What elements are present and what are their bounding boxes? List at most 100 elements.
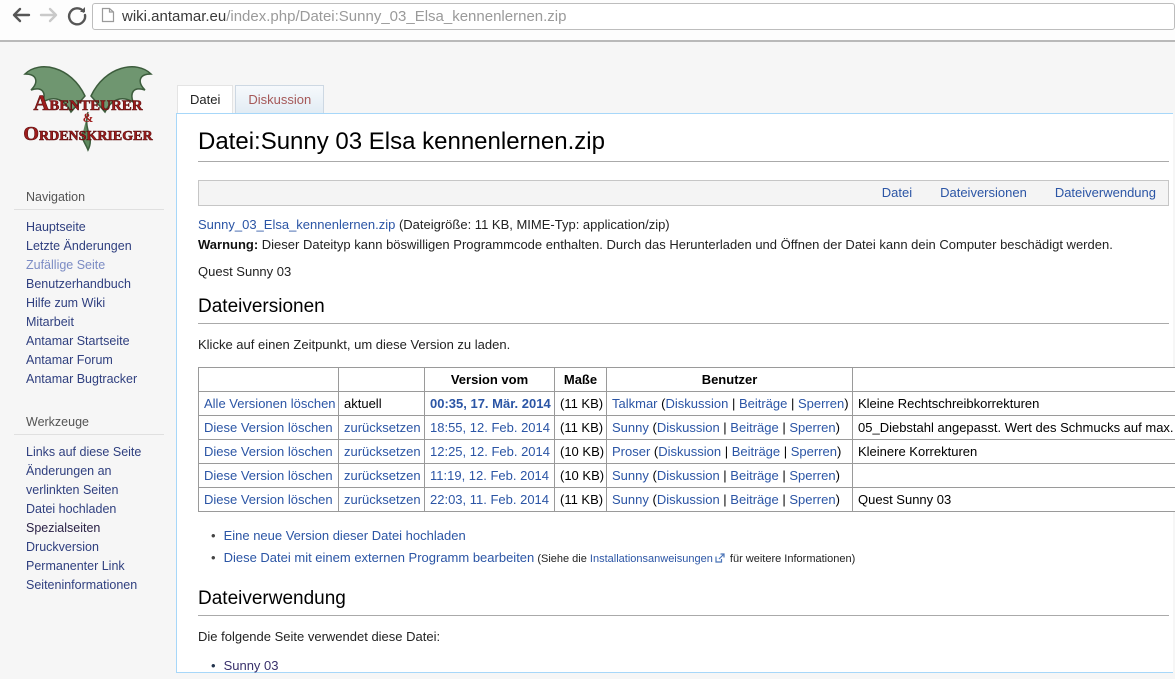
- table-row: Diese Version löschen zurücksetzen 22:03, …: [199, 488, 1175, 512]
- delete-version-link[interactable]: Diese Version löschen: [204, 444, 333, 459]
- user-block-link[interactable]: Sperren: [789, 468, 835, 483]
- wiki-page: Abenteurer & Ordenskrieger NavigationHau…: [0, 42, 1175, 679]
- revert-link[interactable]: zurücksetzen: [344, 468, 421, 483]
- user-talk-link[interactable]: Diskussion: [657, 492, 720, 507]
- delete-version-link[interactable]: Diese Version löschen: [204, 468, 333, 483]
- column-header: [199, 368, 339, 392]
- sidebar-item-antamar-forum[interactable]: Antamar Forum: [26, 353, 113, 367]
- versions-heading: Dateiversionen: [198, 295, 1169, 324]
- user-contribs-link[interactable]: Beiträge: [730, 420, 778, 435]
- file-meta: (Dateigröße: 11 KB, MIME-Typ: applicatio…: [395, 217, 669, 232]
- user-link[interactable]: Proser: [612, 444, 650, 459]
- user-block-link[interactable]: Sperren: [789, 492, 835, 507]
- sidebar-item: Antamar Startseite: [26, 332, 164, 351]
- external-help-link[interactable]: Installationsanweisungen: [590, 553, 713, 565]
- user-talk-link[interactable]: Diskussion: [657, 468, 720, 483]
- sidebar-item: Seiteninformationen: [26, 576, 164, 595]
- user-talk-link[interactable]: Diskussion: [665, 396, 728, 411]
- user-contribs-link[interactable]: Beiträge: [730, 468, 778, 483]
- file-download-link[interactable]: Sunny_03_Elsa_kennenlernen.zip: [198, 217, 395, 232]
- version-date-cell: 22:03, 11. Feb. 2014: [425, 488, 555, 512]
- version-date-link[interactable]: 12:25, 12. Feb. 2014: [430, 444, 550, 459]
- delete-version-link[interactable]: Diese Version löschen: [204, 420, 333, 435]
- column-header: Version vom: [425, 368, 555, 392]
- column-header: Maße: [555, 368, 607, 392]
- sidebar-item-druckversion[interactable]: Druckversion: [26, 540, 99, 554]
- tab-diskussion[interactable]: Diskussion: [235, 85, 324, 113]
- action-cell: zurücksetzen: [339, 416, 425, 440]
- revert-link[interactable]: zurücksetzen: [344, 420, 421, 435]
- usage-list: Sunny 03: [198, 656, 1169, 676]
- sidebar-item: Antamar Bugtracker: [26, 370, 164, 389]
- version-date-link[interactable]: 00:35, 17. Mär. 2014: [430, 396, 551, 411]
- user-link[interactable]: Sunny: [612, 492, 649, 507]
- version-date-cell: 00:35, 17. Mär. 2014: [425, 392, 555, 416]
- sidebar-item-hauptseite[interactable]: Hauptseite: [26, 220, 86, 234]
- user-block-link[interactable]: Sperren: [789, 420, 835, 435]
- delete-version-link[interactable]: Diese Version löschen: [204, 492, 333, 507]
- svg-text:Ordenskrieger: Ordenskrieger: [23, 123, 153, 145]
- user-block-link[interactable]: Sperren: [798, 396, 844, 411]
- user-link[interactable]: Talkmar: [612, 396, 658, 411]
- sidebar-item-links-auf-diese-seite[interactable]: Links auf diese Seite: [26, 445, 141, 459]
- table-header-row: Version vomMaßeBenutzer: [199, 368, 1175, 392]
- back-icon: [10, 14, 32, 29]
- reload-button[interactable]: [64, 3, 90, 29]
- forward-button[interactable]: [36, 3, 62, 29]
- back-button[interactable]: [8, 3, 34, 29]
- tab-datei[interactable]: Datei: [177, 85, 233, 114]
- version-date-link[interactable]: 11:19, 12. Feb. 2014: [430, 468, 549, 483]
- user-talk-link[interactable]: Diskussion: [658, 444, 721, 459]
- revert-link[interactable]: zurücksetzen: [344, 492, 421, 507]
- sidebar-item: Permanenter Link: [26, 557, 164, 576]
- file-action-link[interactable]: Diese Datei mit einem externen Programm …: [224, 550, 535, 565]
- anchor-link-dateiverwendung[interactable]: Dateiverwendung: [1055, 185, 1156, 200]
- page-icon: [101, 7, 115, 27]
- versions-hint: Klicke auf einen Zeitpunkt, um diese Ver…: [198, 337, 1169, 352]
- column-header: Benutzer: [607, 368, 853, 392]
- version-date-link[interactable]: 18:55, 12. Feb. 2014: [430, 420, 550, 435]
- sidebar-item: Datei hochladen: [26, 500, 164, 519]
- file-action-link[interactable]: Eine neue Version dieser Datei hochladen: [224, 528, 466, 543]
- table-row: Diese Version löschen zurücksetzen 11:19, …: [199, 464, 1175, 488]
- file-info-line: Sunny_03_Elsa_kennenlernen.zip (Dateigrö…: [198, 217, 1169, 232]
- file-history-table: Version vomMaßeBenutzer Alle Versionen l…: [198, 367, 1175, 512]
- sidebar-item--nderungen-an-verlinkten-seiten[interactable]: Änderungen an verlinkten Seiten: [26, 464, 118, 497]
- user-contribs-link[interactable]: Beiträge: [730, 492, 778, 507]
- sidebar-item-benutzerhandbuch[interactable]: Benutzerhandbuch: [26, 277, 131, 291]
- sidebar-section-title: Werkzeuge: [14, 415, 164, 435]
- sidebar-link-list: Links auf diese Seite Änderungen an verli…: [14, 443, 164, 595]
- version-date-cell: 11:19, 12. Feb. 2014: [425, 464, 555, 488]
- sidebar-item-datei-hochladen[interactable]: Datei hochladen: [26, 502, 116, 516]
- sidebar-item-hilfe-zum-wiki[interactable]: Hilfe zum Wiki: [26, 296, 105, 310]
- usage-page-link[interactable]: Sunny 03: [224, 658, 279, 673]
- file-size-cell: (11 KB): [555, 416, 607, 440]
- anchor-link-dateiversionen[interactable]: Dateiversionen: [940, 185, 1027, 200]
- sidebar-item-mitarbeit[interactable]: Mitarbeit: [26, 315, 74, 329]
- sidebar-item-antamar-startseite[interactable]: Antamar Startseite: [26, 334, 130, 348]
- sidebar-item-letzte-nderungen[interactable]: Letzte Änderungen: [26, 239, 132, 253]
- anchor-link-datei[interactable]: Datei: [882, 185, 912, 200]
- address-bar[interactable]: wiki.antamar.eu/index.php/Datei:Sunny_03…: [92, 3, 1175, 30]
- file-size-cell: (10 KB): [555, 440, 607, 464]
- sidebar-item-spezialseiten[interactable]: Spezialseiten: [26, 521, 100, 535]
- reload-icon: [66, 14, 88, 29]
- user-link[interactable]: Sunny: [612, 468, 649, 483]
- comment-cell: Quest Sunny 03: [853, 488, 1175, 512]
- sidebar-item-zuf-llige-seite[interactable]: Zufällige Seite: [26, 258, 105, 272]
- sidebar-item-seiteninformationen[interactable]: Seiteninformationen: [26, 578, 137, 592]
- user-contribs-link[interactable]: Beiträge: [739, 396, 787, 411]
- sidebar-item-permanenter-link[interactable]: Permanenter Link: [26, 559, 125, 573]
- sidebar-section: NavigationHauptseiteLetzte ÄnderungenZuf…: [14, 190, 164, 389]
- delete-version-link[interactable]: Alle Versionen löschen: [204, 396, 336, 411]
- sidebar-item-antamar-bugtracker[interactable]: Antamar Bugtracker: [26, 372, 137, 386]
- table-row: Diese Version löschen zurücksetzen 18:55, …: [199, 416, 1175, 440]
- user-contribs-link[interactable]: Beiträge: [732, 444, 780, 459]
- site-logo[interactable]: Abenteurer & Ordenskrieger: [13, 54, 163, 164]
- revert-link[interactable]: zurücksetzen: [344, 444, 421, 459]
- user-block-link[interactable]: Sperren: [791, 444, 837, 459]
- user-talk-link[interactable]: Diskussion: [657, 420, 720, 435]
- user-link[interactable]: Sunny: [612, 420, 649, 435]
- file-size-cell: (11 KB): [555, 488, 607, 512]
- version-date-link[interactable]: 22:03, 11. Feb. 2014: [430, 492, 549, 507]
